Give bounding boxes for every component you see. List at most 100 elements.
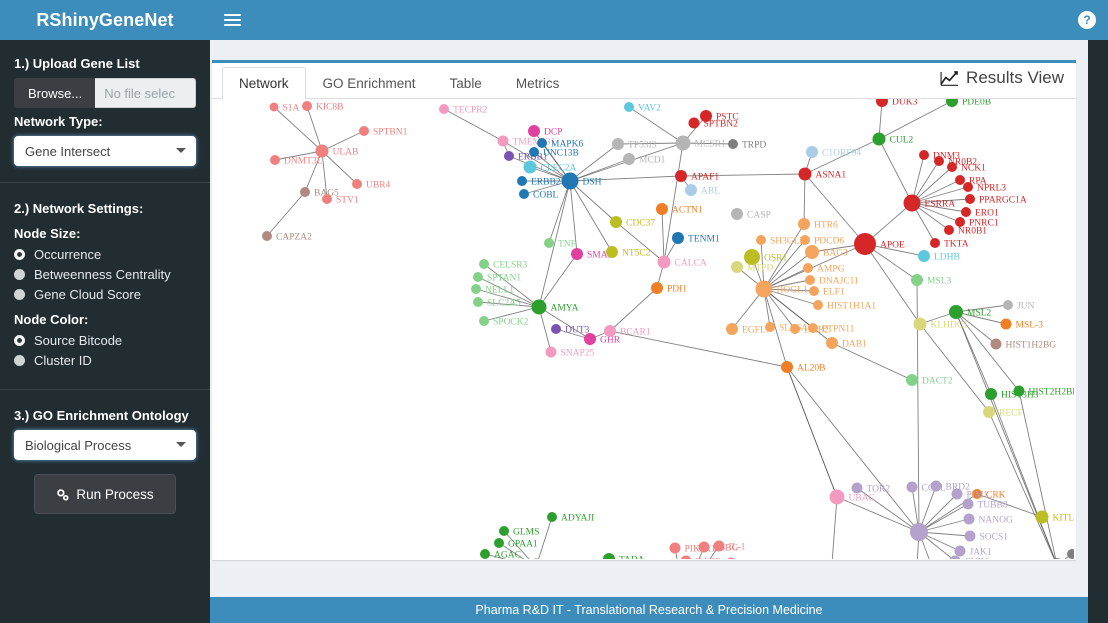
graph-node[interactable] <box>790 324 800 334</box>
graph-node[interactable] <box>805 245 819 259</box>
graph-node[interactable] <box>669 542 681 554</box>
graph-node[interactable] <box>528 125 540 137</box>
graph-node[interactable] <box>544 238 554 248</box>
radio-node-color-source-bitcode[interactable]: Source Bitcode <box>14 333 196 348</box>
graph-node[interactable] <box>809 286 819 296</box>
sidebar-toggle-button[interactable] <box>210 0 254 40</box>
graph-node[interactable] <box>944 225 954 235</box>
graph-node[interactable] <box>930 238 940 248</box>
tab-go-enrichment[interactable]: GO Enrichment <box>306 67 433 98</box>
graph-node[interactable] <box>798 218 810 230</box>
file-input-group[interactable]: Browse... No file selec <box>14 78 196 108</box>
graph-node[interactable] <box>803 263 813 273</box>
graph-node[interactable] <box>675 170 687 182</box>
tab-network[interactable]: Network <box>222 67 306 99</box>
graph-node[interactable] <box>523 160 537 174</box>
graph-node[interactable] <box>561 172 579 190</box>
graph-node[interactable] <box>962 498 974 510</box>
graph-node[interactable] <box>528 558 545 560</box>
graph-node[interactable] <box>675 135 691 151</box>
graph-node[interactable] <box>680 555 692 560</box>
help-icon[interactable]: ? <box>1078 11 1096 29</box>
network-graph[interactable]: S1A KIC8B SPTBN1 ULAB DNMT3L UBR4 BAG5 STV1 CAPZ… <box>212 99 1076 560</box>
graph-node[interactable] <box>270 155 280 165</box>
graph-node[interactable] <box>934 156 944 166</box>
graph-node[interactable] <box>985 388 997 400</box>
graph-node[interactable] <box>1035 510 1049 524</box>
graph-node[interactable] <box>624 102 634 112</box>
graph-node[interactable] <box>805 275 815 285</box>
graph-node[interactable] <box>906 374 918 386</box>
tab-metrics[interactable]: Metrics <box>499 67 577 98</box>
graph-node[interactable] <box>963 513 975 525</box>
graph-node[interactable] <box>755 280 773 298</box>
graph-node[interactable] <box>713 540 725 552</box>
graph-node[interactable] <box>497 135 509 147</box>
graph-node[interactable] <box>584 333 596 345</box>
run-process-button[interactable]: Run Process <box>34 474 176 514</box>
graph-node[interactable] <box>517 176 527 186</box>
graph-node[interactable] <box>651 282 663 294</box>
graph-node[interactable] <box>545 346 557 358</box>
graph-node[interactable] <box>494 538 504 548</box>
graph-node[interactable] <box>606 246 618 258</box>
radio-node-color-cluster-id[interactable]: Cluster ID <box>14 353 196 368</box>
graph-node[interactable] <box>479 259 489 269</box>
graph-node[interactable] <box>352 179 362 189</box>
graph-node[interactable] <box>1050 558 1064 559</box>
graph-node[interactable] <box>603 553 615 559</box>
graph-node[interactable] <box>269 102 279 112</box>
graph-node[interactable] <box>911 274 923 286</box>
graph-node[interactable] <box>951 488 963 500</box>
tab-table[interactable]: Table <box>433 67 499 98</box>
graph-node[interactable] <box>829 489 845 505</box>
graph-node[interactable] <box>504 151 514 161</box>
graph-node[interactable] <box>1000 318 1012 330</box>
graph-node[interactable] <box>300 187 310 197</box>
graph-node[interactable] <box>906 481 918 493</box>
graph-node[interactable] <box>529 147 539 157</box>
graph-node[interactable] <box>473 272 483 282</box>
graph-node[interactable] <box>698 541 710 553</box>
graph-node[interactable] <box>955 175 965 185</box>
network-svg[interactable]: S1A KIC8BSPTBN1ULABDNMT3LUBR4BAG5STV1CAPZ… <box>212 99 1074 559</box>
graph-node[interactable] <box>798 167 812 181</box>
graph-node[interactable] <box>322 194 332 204</box>
graph-node[interactable] <box>965 194 975 204</box>
graph-node[interactable] <box>910 523 928 541</box>
graph-node[interactable] <box>1003 300 1013 310</box>
graph-node[interactable] <box>610 216 622 228</box>
graph-node[interactable] <box>1067 549 1074 559</box>
graph-node[interactable] <box>983 406 995 418</box>
graph-node[interactable] <box>826 337 838 349</box>
graph-node[interactable] <box>551 324 561 334</box>
graph-node[interactable] <box>726 557 737 560</box>
graph-node[interactable] <box>949 305 963 319</box>
graph-node[interactable] <box>547 512 557 522</box>
graph-node[interactable] <box>930 480 942 492</box>
graph-node[interactable] <box>623 153 635 165</box>
graph-node[interactable] <box>918 250 930 262</box>
graph-node[interactable] <box>657 255 671 269</box>
graph-node[interactable] <box>851 482 863 494</box>
graph-node[interactable] <box>479 316 489 326</box>
graph-node[interactable] <box>964 530 976 542</box>
ontology-select[interactable]: Biological Process <box>14 430 196 460</box>
graph-node[interactable] <box>519 189 529 199</box>
graph-node[interactable] <box>731 208 743 220</box>
graph-node[interactable] <box>913 317 927 331</box>
graph-node[interactable] <box>480 549 490 559</box>
graph-node[interactable] <box>781 361 793 373</box>
graph-node[interactable] <box>262 231 272 241</box>
graph-node[interactable] <box>765 322 775 332</box>
browse-button[interactable]: Browse... <box>14 78 96 108</box>
graph-node[interactable] <box>947 162 957 172</box>
graph-node[interactable] <box>954 545 966 557</box>
graph-node[interactable] <box>919 150 929 160</box>
graph-node[interactable] <box>813 300 823 310</box>
graph-node[interactable] <box>685 184 697 196</box>
graph-node[interactable] <box>612 138 624 150</box>
graph-node[interactable] <box>531 299 547 315</box>
graph-node[interactable] <box>876 99 888 107</box>
graph-node[interactable] <box>473 297 483 307</box>
